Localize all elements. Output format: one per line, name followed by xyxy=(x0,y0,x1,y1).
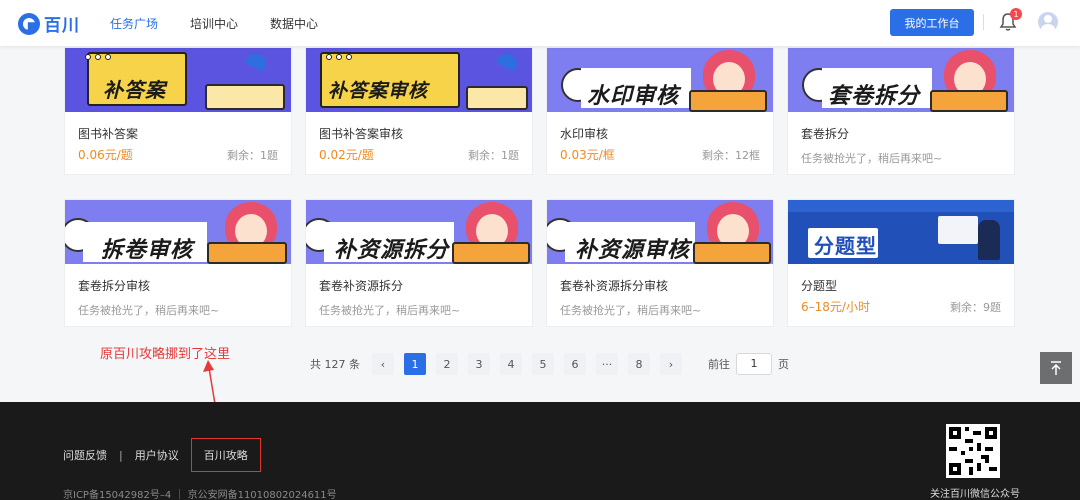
back-to-top-button[interactable] xyxy=(1040,352,1072,384)
banner-text: 套卷拆分 xyxy=(828,84,921,109)
card-remaining: 剩余：12框 xyxy=(702,149,760,162)
banner-text: 补资源审核 xyxy=(575,238,691,263)
header-divider xyxy=(983,14,984,30)
task-card[interactable]: 补答案 图书补答案 0.06元/题 剩余：1题 xyxy=(64,47,292,175)
card-price: 0.06元/题 xyxy=(78,148,133,162)
card-banner: 分题型 xyxy=(788,200,1014,264)
card-title: 套卷拆分审核 xyxy=(78,279,151,293)
book-icon xyxy=(205,84,285,110)
book-icon xyxy=(466,86,528,110)
book-icon xyxy=(207,242,287,264)
card-price: 6–18元/小时 xyxy=(801,300,870,314)
card-banner: 套卷拆分 xyxy=(788,48,1014,112)
logo-icon xyxy=(18,12,40,35)
book-icon xyxy=(452,242,530,264)
page-unit-label: 页 xyxy=(778,358,789,371)
goto-page-input[interactable]: 1 xyxy=(736,353,772,375)
banner-text: 补资源拆分 xyxy=(334,238,450,263)
card-title: 图书补答案审核 xyxy=(319,127,404,141)
card-title: 套卷补资源拆分审核 xyxy=(560,279,669,293)
task-card[interactable]: 拆卷审核 套卷拆分审核 任务被抢光了，稍后再来吧~ xyxy=(64,199,292,327)
task-card[interactable]: 套卷拆分 套卷拆分 任务被抢光了，稍后再来吧~ xyxy=(787,47,1015,175)
icp-record[interactable]: 京ICP备15042982号–4 ｜ 京公安网备11010802024611号 xyxy=(63,486,337,500)
qr-code xyxy=(946,424,1000,478)
page-5-button[interactable]: 5 xyxy=(532,353,554,375)
qr-code-icon xyxy=(949,427,997,475)
lamp-icon xyxy=(495,50,521,72)
card-empty-message: 任务被抢光了，稍后再来吧~ xyxy=(801,152,943,165)
person-illustration xyxy=(978,220,1000,260)
card-banner: 补资源拆分 xyxy=(306,200,532,264)
pagination: 共 127 条 ‹ 1 2 3 4 5 6 ··· 8 › 前往 1 页 xyxy=(310,353,789,375)
card-remaining: 剩余：9题 xyxy=(950,301,1001,314)
card-title: 套卷补资源拆分 xyxy=(319,279,404,293)
page-6-button[interactable]: 6 xyxy=(564,353,586,375)
nav-data-center[interactable]: 数据中心 xyxy=(270,15,318,32)
card-empty-message: 任务被抢光了，稍后再来吧~ xyxy=(319,304,461,317)
next-page-button[interactable]: › xyxy=(660,353,682,375)
footer-separator: | xyxy=(119,448,123,462)
card-price: 0.03元/框 xyxy=(560,148,615,162)
task-card[interactable]: 补资源审核 套卷补资源拆分审核 任务被抢光了，稍后再来吧~ xyxy=(546,199,774,327)
document-illustration xyxy=(938,216,978,244)
card-price: 0.02元/题 xyxy=(319,148,374,162)
page-2-button[interactable]: 2 xyxy=(436,353,458,375)
banner-text: 水印审核 xyxy=(587,84,680,109)
card-title: 分题型 xyxy=(801,279,838,293)
prev-page-button[interactable]: ‹ xyxy=(372,353,394,375)
guide-link[interactable]: 百川攻略 xyxy=(190,438,261,472)
feedback-link[interactable]: 问题反馈 xyxy=(63,447,107,463)
banner-text: 拆卷审核 xyxy=(101,238,194,263)
card-empty-message: 任务被抢光了，稍后再来吧~ xyxy=(78,304,220,317)
task-card[interactable]: 水印审核 水印审核 0.03元/框 剩余：12框 xyxy=(546,47,774,175)
card-banner: 水印审核 xyxy=(547,48,773,112)
nav-task-square[interactable]: 任务广场 xyxy=(110,15,158,32)
qr-code-label: 关注百川微信公众号 xyxy=(930,489,1020,500)
user-agreement-link[interactable]: 用户协议 xyxy=(135,447,179,463)
card-banner: 拆卷审核 xyxy=(65,200,291,264)
top-navbar: 百川 任务广场 培训中心 数据中心 我的工作台 1 xyxy=(0,0,1080,46)
user-avatar[interactable] xyxy=(1038,12,1058,32)
arrow-up-icon xyxy=(1051,361,1061,375)
page-8-button[interactable]: 8 xyxy=(628,353,650,375)
card-banner: 补答案 xyxy=(65,48,291,112)
logo[interactable]: 百川 xyxy=(18,11,80,36)
card-banner: 补答案审核 xyxy=(306,48,532,112)
card-title: 图书补答案 xyxy=(78,127,139,141)
card-title: 水印审核 xyxy=(560,127,609,141)
book-icon xyxy=(930,90,1008,112)
task-card[interactable]: 补答案审核 图书补答案审核 0.02元/题 剩余：1题 xyxy=(305,47,533,175)
card-empty-message: 任务被抢光了，稍后再来吧~ xyxy=(560,304,702,317)
banner-text: 分题型 xyxy=(814,234,877,258)
card-banner: 补资源审核 xyxy=(547,200,773,264)
page-4-button[interactable]: 4 xyxy=(500,353,522,375)
goto-label: 前往 xyxy=(708,358,730,371)
task-card[interactable]: 补资源拆分 套卷补资源拆分 任务被抢光了，稍后再来吧~ xyxy=(305,199,533,327)
card-remaining: 剩余：1题 xyxy=(468,149,519,162)
main-nav: 任务广场 培训中心 数据中心 xyxy=(110,0,350,46)
notification-badge: 1 xyxy=(1010,8,1022,20)
my-workbench-button[interactable]: 我的工作台 xyxy=(890,9,974,36)
lamp-icon xyxy=(244,50,270,72)
nav-training-center[interactable]: 培训中心 xyxy=(190,15,238,32)
page-1-button[interactable]: 1 xyxy=(404,353,426,375)
total-count: 共 127 条 xyxy=(310,358,360,371)
book-icon xyxy=(693,242,771,264)
footer: 问题反馈 | 用户协议 百川攻略 京ICP备15042982号–4 ｜ 京公安网… xyxy=(0,402,1080,500)
more-pages-button[interactable]: ··· xyxy=(596,353,618,375)
book-icon xyxy=(689,90,767,112)
card-title: 套卷拆分 xyxy=(801,127,850,141)
footer-links: 问题反馈 | 用户协议 百川攻略 xyxy=(63,438,261,472)
card-remaining: 剩余：1题 xyxy=(227,149,278,162)
logo-text: 百川 xyxy=(44,16,80,36)
task-card[interactable]: 分题型 分题型 6–18元/小时 剩余：9题 xyxy=(787,199,1015,327)
banner-text: 补答案审核 xyxy=(328,80,429,102)
banner-text: 补答案 xyxy=(103,78,166,102)
page-3-button[interactable]: 3 xyxy=(468,353,490,375)
